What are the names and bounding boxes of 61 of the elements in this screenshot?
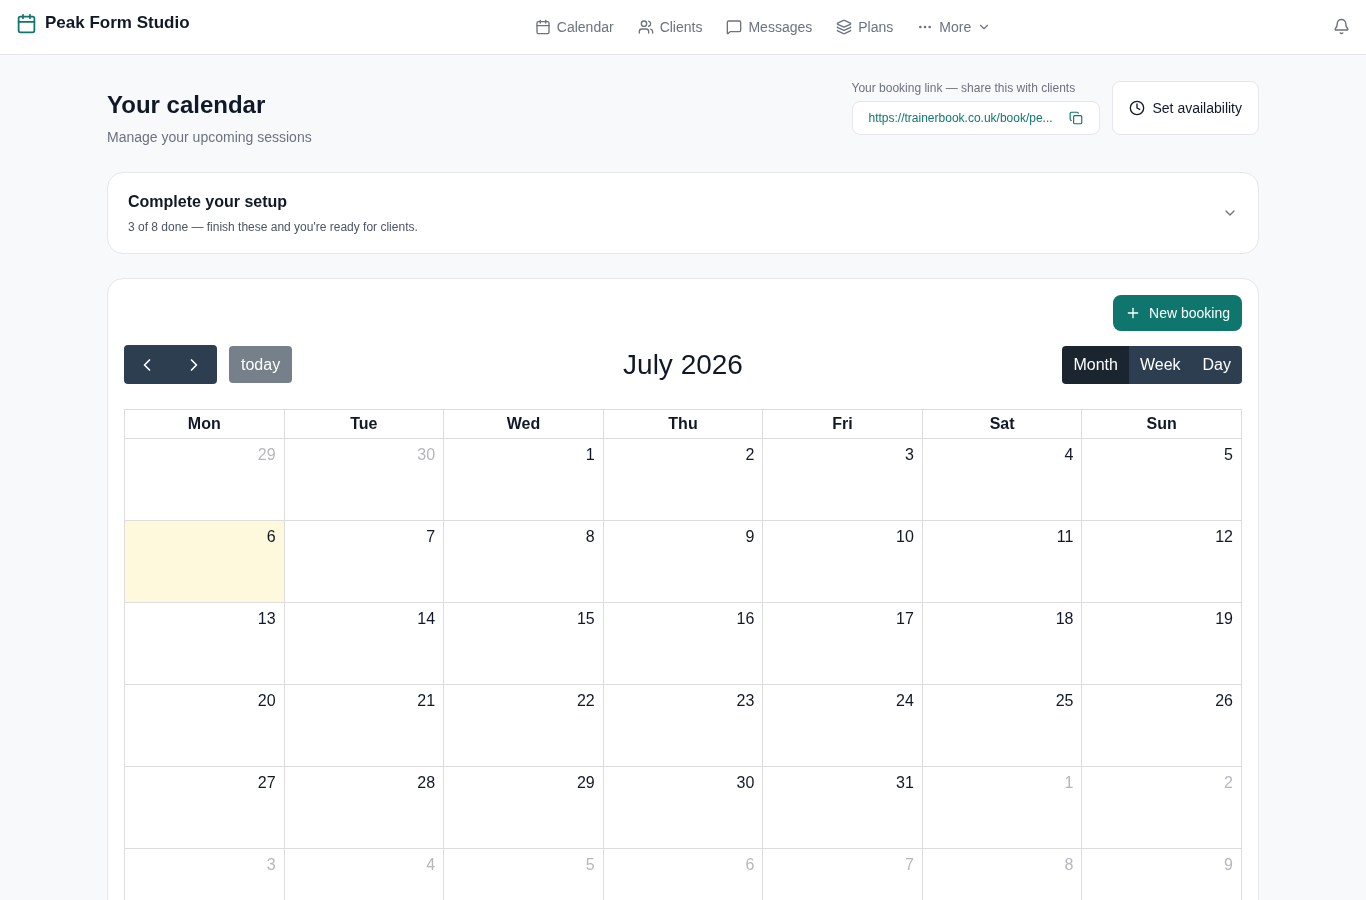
- calendar-icon: [16, 12, 37, 34]
- booking-link-label: Your booking link — share this with clients: [851, 80, 1077, 97]
- day-cell[interactable]: 11: [922, 521, 1083, 603]
- day-cell[interactable]: 16: [603, 603, 764, 685]
- day-cell[interactable]: 22: [444, 685, 604, 767]
- chat-bubble-icon: [726, 19, 743, 35]
- view-tab[interactable]: Month: [1062, 345, 1129, 384]
- day-cell[interactable]: 1: [444, 439, 604, 521]
- day-cell[interactable]: 7: [284, 521, 445, 603]
- clock-icon: [1128, 100, 1145, 116]
- new-booking-button[interactable]: New booking: [1113, 295, 1242, 331]
- day-cell[interactable]: 29: [444, 767, 604, 849]
- day-cell[interactable]: 5: [1082, 439, 1242, 521]
- page-title: Your calendar: [107, 90, 267, 120]
- day-cell[interactable]: 20: [125, 685, 285, 767]
- day-cell[interactable]: 15: [444, 603, 604, 685]
- booking-link-field[interactable]: https://trainerbook.co.uk/book/pe...: [851, 101, 1100, 135]
- day-cell[interactable]: 2: [603, 439, 764, 521]
- day-cell[interactable]: 3: [763, 439, 923, 521]
- page-subtitle: Manage your upcoming sessions: [107, 128, 312, 147]
- brand-name: Peak Form Studio: [45, 12, 190, 35]
- day-cell[interactable]: 23: [603, 685, 764, 767]
- bell-icon: [1333, 18, 1350, 35]
- day-cell[interactable]: 19: [1082, 603, 1242, 685]
- day-cell[interactable]: 25: [922, 685, 1083, 767]
- next-button[interactable]: [170, 345, 217, 384]
- setup-card[interactable]: Complete your setup 3 of 8 done — finish these and you're ready for clients.: [107, 172, 1259, 254]
- view-tab[interactable]: Week: [1128, 345, 1192, 384]
- day-cell[interactable]: 10: [763, 521, 923, 603]
- nav-link[interactable]: Calendar: [534, 16, 614, 38]
- previous-button[interactable]: [124, 345, 170, 384]
- day-cell[interactable]: 13: [125, 603, 285, 685]
- day-cell[interactable]: 8: [444, 521, 604, 603]
- layers-icon: [836, 19, 853, 35]
- day-cell[interactable]: 4: [922, 439, 1083, 521]
- day-cell[interactable]: 30: [603, 767, 764, 849]
- copy-icon: [1068, 111, 1083, 125]
- nav-link[interactable]: More: [917, 16, 992, 38]
- setup-title: Complete your setup: [128, 192, 289, 212]
- nav-link[interactable]: Clients: [637, 16, 703, 38]
- day-cell[interactable]: 26: [1082, 685, 1242, 767]
- day-cell[interactable]: 9: [603, 521, 764, 603]
- day-cell[interactable]: 6: [125, 521, 285, 603]
- day-cell[interactable]: 28: [284, 767, 445, 849]
- day-cell[interactable]: 21: [284, 685, 445, 767]
- users-icon: [637, 19, 654, 35]
- day-cell[interactable]: 31: [763, 767, 923, 849]
- view-tab[interactable]: Day: [1191, 345, 1242, 384]
- day-cell[interactable]: 12: [1082, 521, 1242, 603]
- day-cell[interactable]: 14: [284, 603, 445, 685]
- notifications-button[interactable]: [1333, 18, 1350, 35]
- nav-link[interactable]: Messages: [726, 16, 813, 38]
- day-cell[interactable]: 17: [763, 603, 923, 685]
- set-availability-button[interactable]: Set availability: [1111, 81, 1259, 135]
- setup-subtitle: 3 of 8 done — finish these and you're ready for clients.: [128, 219, 418, 236]
- day-cell[interactable]: 27: [125, 767, 285, 849]
- day-cell[interactable]: 24: [763, 685, 923, 767]
- nav-link[interactable]: Plans: [836, 16, 894, 38]
- calendar-icon: [534, 19, 551, 35]
- day-cell[interactable]: 18: [922, 603, 1083, 685]
- month-title: July 2026: [623, 347, 743, 382]
